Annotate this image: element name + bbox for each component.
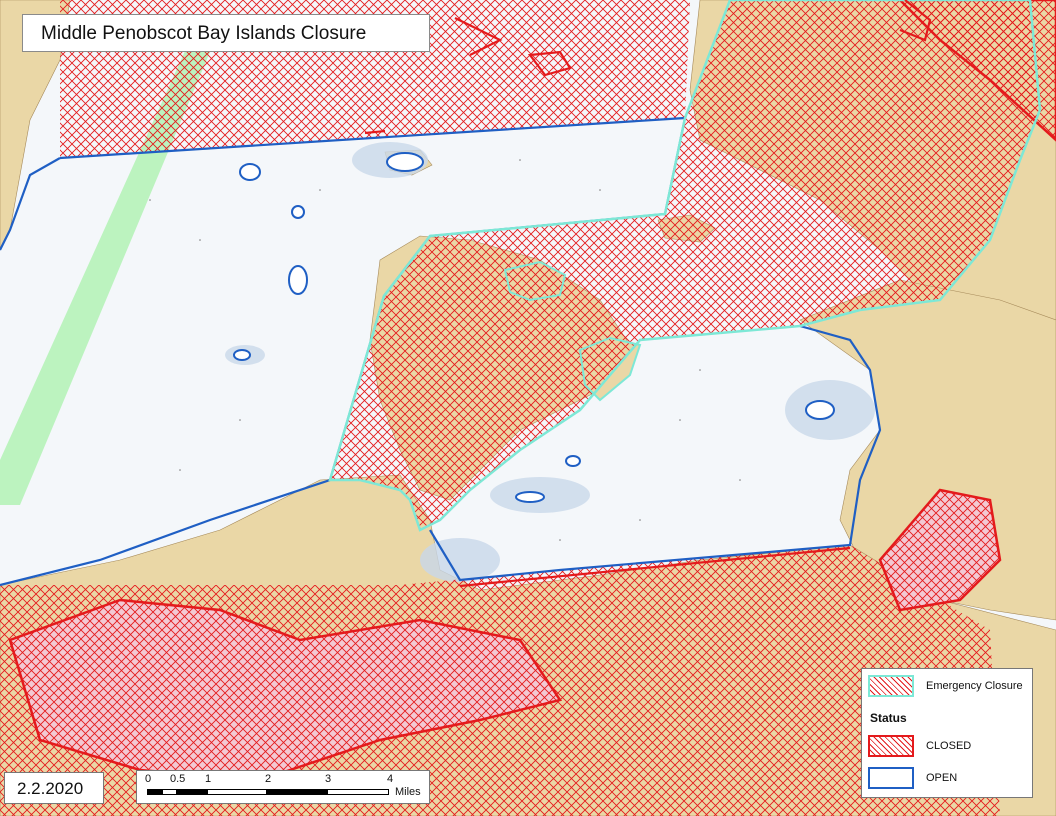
- scale-tick: 2: [265, 773, 272, 785]
- open-swatch: [868, 767, 914, 789]
- scale-segment: [162, 789, 177, 795]
- legend-open-label: OPEN: [926, 772, 958, 784]
- map-date: 2.2.2020: [4, 772, 104, 804]
- map-legend: Emergency Closure Status CLOSED OPEN: [861, 668, 1033, 798]
- closed-swatch: [868, 735, 914, 757]
- scale-tick: 0.5: [170, 773, 186, 785]
- legend-closed-label: CLOSED: [926, 740, 972, 752]
- scale-segment: [147, 789, 162, 795]
- scale-bar: 0 0.5 1 2 3 4 Miles: [136, 770, 430, 804]
- scale-segment: [267, 789, 327, 795]
- map-canvas[interactable]: Middle Penobscot Bay Islands Closure 2.2…: [0, 0, 1056, 816]
- scale-tick: 1: [205, 773, 212, 785]
- scale-tick: 4: [387, 773, 394, 785]
- scale-segment: [177, 789, 207, 795]
- scale-units: Miles: [395, 786, 421, 798]
- scale-segment: [327, 789, 389, 795]
- scale-segment: [207, 789, 267, 795]
- emergency-swatch: [868, 675, 914, 697]
- map-title: Middle Penobscot Bay Islands Closure: [22, 14, 430, 52]
- scale-tick: 0: [145, 773, 152, 785]
- legend-emergency-label: Emergency Closure: [926, 680, 1023, 692]
- legend-status-heading: Status: [870, 711, 907, 725]
- scale-tick: 3: [325, 773, 332, 785]
